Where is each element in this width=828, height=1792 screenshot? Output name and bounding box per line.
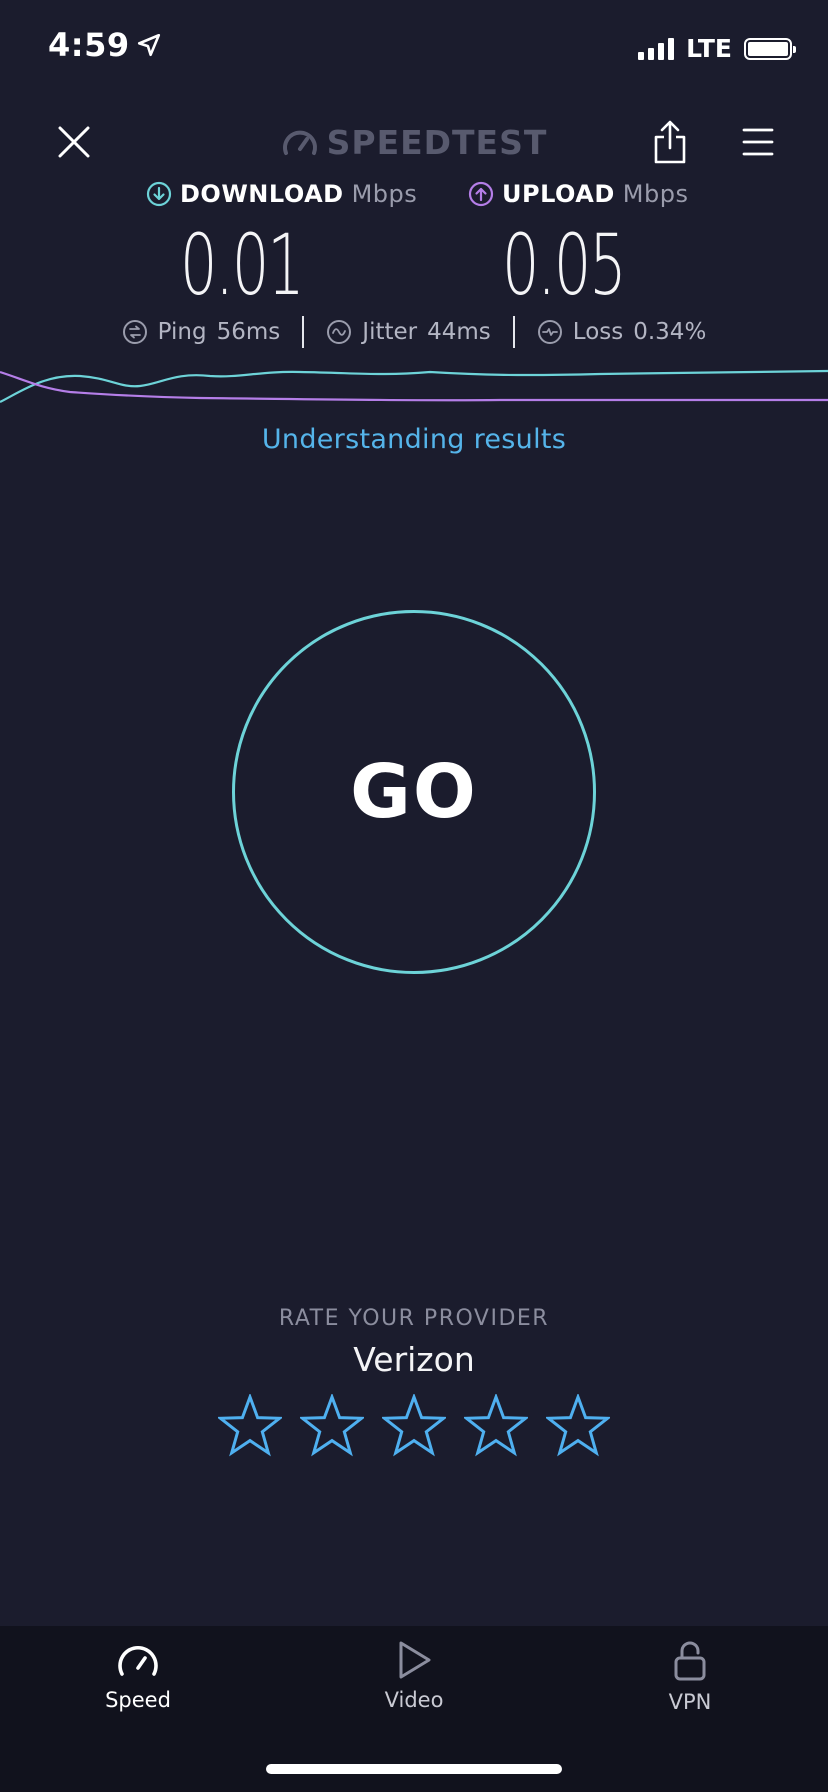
loss-value: 0.34 — [633, 319, 685, 345]
tab-speed-label: Speed — [105, 1688, 171, 1712]
battery-icon — [744, 37, 796, 60]
rate-provider-title: RATE YOUR PROVIDER — [278, 1306, 550, 1331]
upload-arrow-icon — [468, 181, 494, 207]
jitter-stat: Jitter 44ms — [304, 319, 513, 345]
share-button[interactable] — [646, 116, 694, 168]
tab-video[interactable]: Video — [334, 1640, 494, 1740]
tab-vpn-label: VPN — [668, 1690, 712, 1714]
play-icon — [399, 1641, 431, 1679]
status-bar-time: 4:59 — [48, 26, 162, 64]
provider-name: Verizon — [353, 1340, 475, 1379]
tab-speed[interactable]: Speed — [58, 1640, 218, 1740]
brand-text: SPEEDTEST — [326, 122, 548, 162]
upload-header: UPLOAD Mbps — [468, 180, 688, 208]
ping-icon — [122, 320, 147, 344]
download-label: DOWNLOAD — [180, 180, 344, 208]
understanding-results-link[interactable]: Understanding results — [0, 424, 828, 455]
status-bar-indicators: LTE — [638, 34, 796, 63]
location-arrow-icon — [137, 33, 160, 57]
download-header: DOWNLOAD Mbps — [146, 180, 417, 208]
ping-label: Ping — [157, 319, 207, 345]
network-type: LTE — [686, 34, 732, 63]
go-label: GO — [350, 749, 478, 835]
jitter-label: Jitter — [362, 319, 418, 345]
home-indicator[interactable] — [266, 1764, 562, 1774]
loss-unit: % — [684, 319, 707, 345]
upload-unit: Mbps — [622, 180, 689, 208]
share-icon — [654, 120, 686, 164]
ping-unit: ms — [245, 319, 281, 345]
star-2-icon[interactable] — [300, 1394, 364, 1458]
time-text: 4:59 — [48, 26, 130, 64]
upload-label: UPLOAD — [502, 180, 615, 208]
tab-vpn[interactable]: VPN — [610, 1640, 770, 1740]
download-value: 0.01 — [180, 216, 305, 314]
ping-stat: Ping 56ms — [100, 319, 303, 345]
loss-label: Loss — [572, 319, 624, 345]
speedometer-icon — [118, 1646, 158, 1676]
go-button[interactable]: GO — [232, 610, 596, 974]
gauge-logo-icon — [282, 130, 317, 155]
loss-stat: Loss 0.34% — [515, 319, 729, 345]
tab-video-label: Video — [384, 1688, 444, 1712]
hamburger-menu-icon — [742, 128, 774, 156]
star-5-icon[interactable] — [546, 1394, 610, 1458]
speedtest-logo: SPEEDTEST — [0, 116, 828, 168]
battery-fill — [748, 41, 788, 56]
cellular-signal-icon — [638, 37, 675, 60]
download-unit: Mbps — [351, 180, 418, 208]
star-1-icon[interactable] — [218, 1394, 282, 1458]
download-trace-line — [0, 369, 828, 403]
menu-button[interactable] — [732, 116, 784, 168]
download-arrow-icon — [146, 181, 172, 207]
packet-loss-icon — [537, 320, 562, 344]
speed-trace-graph — [0, 369, 828, 403]
rating-stars — [0, 1394, 828, 1458]
latency-stats: Ping 56ms Jitter 44ms Loss 0.34% — [0, 312, 828, 352]
unlock-icon — [674, 1641, 706, 1681]
star-4-icon[interactable] — [464, 1394, 528, 1458]
jitter-icon — [327, 320, 352, 344]
jitter-unit: ms — [456, 319, 491, 345]
ping-value: 56 — [216, 319, 246, 345]
jitter-value: 44 — [427, 319, 457, 345]
star-3-icon[interactable] — [382, 1394, 446, 1458]
upload-value: 0.05 — [502, 216, 627, 314]
